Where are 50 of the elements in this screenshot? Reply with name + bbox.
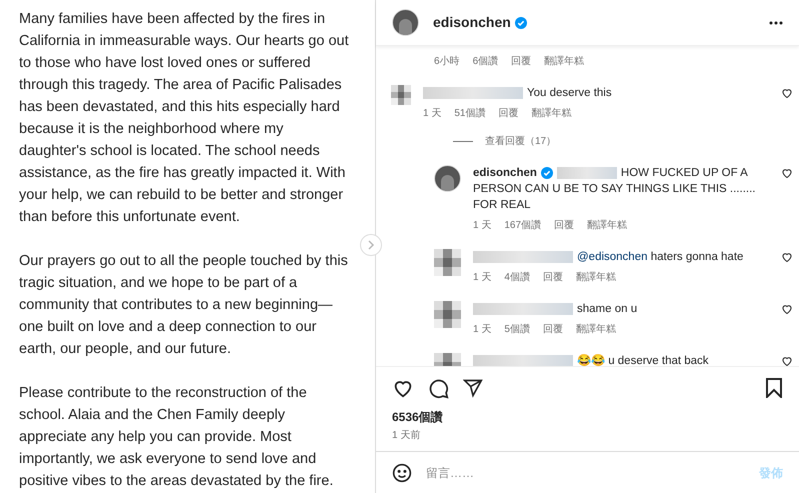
blurred-username xyxy=(556,166,617,179)
comment-text: edisonchen HOW FUCKED UP OF A PERSON CAN U BE TO SAY THINGS LIKE THIS ........ FOR REAL xyxy=(473,166,756,213)
reply-link[interactable]: 回覆 xyxy=(511,54,532,69)
blurred-avatar xyxy=(434,249,461,276)
reply-link[interactable]: 回覆 xyxy=(542,322,563,337)
comment-meta: 167個讚 xyxy=(504,218,542,233)
comment-text: 😂😂 u deserve that back xyxy=(473,353,773,366)
comment-meta: 5個讚 xyxy=(504,322,530,337)
reply-link[interactable]: 回覆 xyxy=(542,270,563,285)
translate-link[interactable]: 翻譯年糕 xyxy=(576,322,616,337)
avatar-icon[interactable] xyxy=(434,165,461,192)
like-heart-icon[interactable] xyxy=(781,87,793,99)
like-heart-icon[interactable] xyxy=(781,303,793,315)
comment-meta: 6小時 xyxy=(434,54,460,69)
caption-paragraph: Many families have been affected by the fires in California in immeasurable ways. Our hearts go out to those who have lost loved ones or suffered through this tragedy. The area of Pacific Palisades has been devastated, and this hits especially hard because it is the neighborhood where my daughter's school is located. The school needs assistance, as the fire has greatly impacted it. With your help, we can rebuild to be better and stronger than before this unfortunate event. xyxy=(19,10,349,227)
translate-link[interactable]: 翻譯年糕 xyxy=(531,106,572,121)
chevron-right-icon xyxy=(367,240,375,250)
comment-meta: 51個讚 xyxy=(454,106,486,121)
caption-paragraph: Our prayers go out to all the people touched by this tragic situation, and we hope to be part of a community that contributes to a new beginning—one built on love and a deep connection to our earth, our people, and our future. xyxy=(19,252,349,359)
emoji-icon[interactable] xyxy=(392,462,412,482)
translate-link[interactable]: 翻譯年糕 xyxy=(544,54,584,69)
comment-meta: 1 天 xyxy=(423,107,442,121)
username[interactable]: edisonchen xyxy=(433,12,511,33)
caption-paragraph: Please contribute to the reconstruction of the school. Alaia and the Chen Family deeply appreciate any help you can provide. Most importantly, we ask everyone to send love and positive vibes to the areas devastated by the fire. xyxy=(19,384,334,491)
like-count[interactable]: 6536個讚 xyxy=(392,408,783,426)
reply-link[interactable]: 回覆 xyxy=(554,218,574,233)
comment-meta: 1 天 xyxy=(473,219,492,233)
blurred-avatar xyxy=(391,85,411,105)
comment-icon[interactable] xyxy=(428,378,449,398)
reply-link[interactable]: 回覆 xyxy=(498,106,518,121)
send-icon[interactable] xyxy=(463,378,483,398)
post-time: 1 天前 xyxy=(392,429,422,443)
translate-link[interactable]: 翻譯年糕 xyxy=(576,270,616,285)
comment-meta: 6個讚 xyxy=(472,54,498,69)
comment-meta: 1 天 xyxy=(473,271,492,285)
more-options-icon[interactable] xyxy=(769,20,783,24)
comment-text: @edisonchen haters gonna hate xyxy=(473,249,773,265)
comment-text: shame on u xyxy=(473,301,773,317)
blurred-avatar xyxy=(434,301,461,328)
comment-meta: 1 天 xyxy=(473,323,492,337)
bookmark-icon[interactable] xyxy=(765,378,783,398)
like-heart-icon[interactable] xyxy=(781,251,793,263)
comment-text: You deserve this xyxy=(423,85,773,101)
view-replies-link[interactable]: 查看回覆（17） xyxy=(485,134,556,149)
avatar-icon[interactable] xyxy=(392,9,419,36)
translate-link[interactable]: 翻譯年糕 xyxy=(587,218,628,233)
comment-meta: 4個讚 xyxy=(504,270,530,285)
like-heart-icon[interactable] xyxy=(781,355,793,366)
like-heart-icon[interactable] xyxy=(781,167,793,179)
comment-input[interactable]: 留言…… xyxy=(426,464,745,482)
